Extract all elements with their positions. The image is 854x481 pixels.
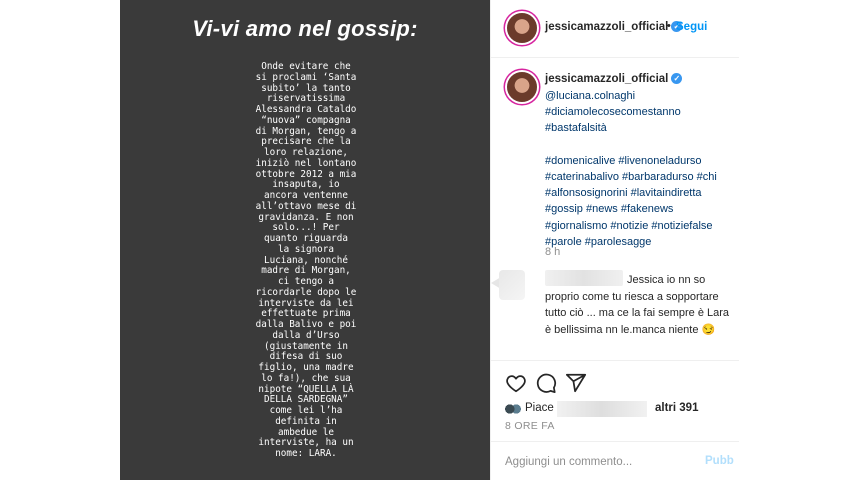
author-username-link[interactable]: jessicamazzoli_official ✓ [545, 21, 683, 33]
caption-text: @luciana.colnaghi #diciamolecosecomestan… [545, 88, 735, 250]
caption-username-link[interactable]: jessicamazzoli_official ✓ [545, 73, 683, 85]
caption-hashtag-link[interactable]: #diciamolecosecomestanno [545, 104, 735, 120]
publish-button[interactable]: Pubb [705, 455, 734, 467]
post-actions: Piace altri 391 8 ORE FA Pubb [491, 360, 739, 480]
add-comment-bar: Pubb [491, 441, 739, 481]
heart-icon[interactable] [505, 372, 527, 394]
post-sidebar: jessicamazzoli_official ✓ • Segui jessica… [490, 0, 739, 480]
caption-hashtag-line[interactable]: #parole #parolesagge [545, 234, 735, 250]
comment-text: Jessica io nn so proprio come tu riesca … [545, 274, 730, 336]
caption-hashtag-line[interactable]: #gossip #news #fakenews [545, 201, 735, 217]
likers-avatars-icon[interactable] [505, 402, 521, 416]
share-icon[interactable] [565, 372, 587, 394]
author-username[interactable]: jessicamazzoli_official [545, 21, 668, 33]
story-body-text: Onde evitare che si proclami ‘Santa subi… [255, 61, 357, 459]
caption-avatar[interactable] [507, 72, 537, 102]
follow-button[interactable]: Segui [676, 21, 707, 33]
caption-mention-link[interactable]: @luciana.colnaghi [545, 88, 735, 104]
caption-timestamp[interactable]: 8 h [545, 246, 560, 258]
liker-name-blurred[interactable] [557, 401, 647, 417]
caption-hashtag-line[interactable]: #alfonsosignorini #lavitaindiretta [545, 185, 735, 201]
likes-prefix: Piace [525, 402, 554, 414]
comment-input[interactable] [505, 454, 685, 470]
author-avatar[interactable] [507, 13, 537, 43]
commenter-avatar-blurred[interactable] [499, 270, 525, 300]
caption-hashtag-line[interactable]: #giornalismo #notizie #notiziefalse [545, 218, 735, 234]
caption-hashtag-line[interactable]: #domenicalive #livenoneladurso [545, 153, 735, 169]
likes-count-link[interactable]: altri 391 [655, 402, 698, 414]
caption-hashtag-line[interactable]: #caterinabalivo #barbaradurso #chi [545, 169, 735, 185]
verified-badge-icon: ✓ [671, 73, 683, 84]
story-title: Vi-vi amo nel gossip: [192, 16, 418, 41]
post-media-story[interactable]: Vi-vi amo nel gossip: Onde evitare che s… [120, 0, 490, 480]
separator-dot: • [667, 20, 671, 32]
post-timestamp[interactable]: 8 ORE FA [505, 420, 555, 432]
comment-icon[interactable] [535, 372, 557, 394]
caption-username[interactable]: jessicamazzoli_official [545, 73, 668, 85]
caption-hashtag-link[interactable]: #bastafalsità [545, 120, 735, 136]
post-header: jessicamazzoli_official ✓ • Segui [491, 0, 739, 58]
likes-summary: Piace altri 391 [505, 401, 735, 417]
instagram-post: Vi-vi amo nel gossip: Onde evitare che s… [120, 0, 739, 480]
